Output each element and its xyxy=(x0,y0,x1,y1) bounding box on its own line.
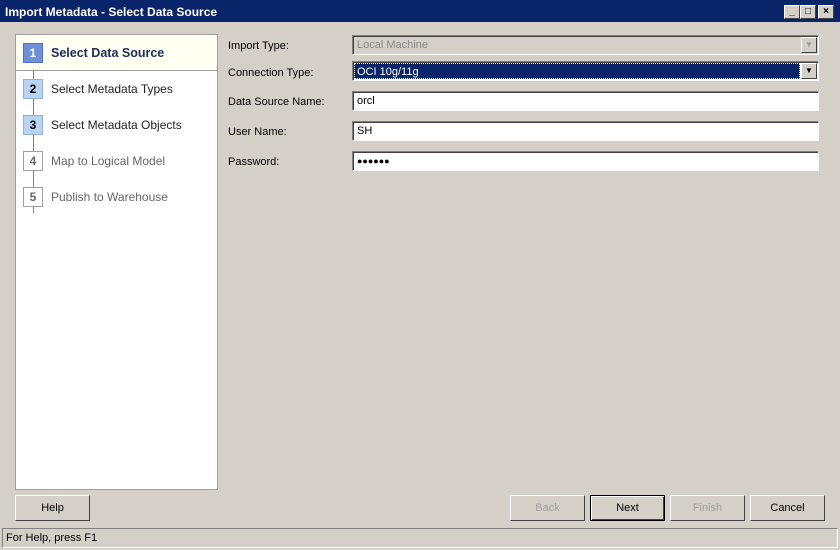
step-label: Select Metadata Objects xyxy=(51,118,182,132)
step-1[interactable]: 1 Select Data Source xyxy=(16,35,217,71)
connection-type-select[interactable]: OCI 10g/11g ▼ xyxy=(352,61,819,81)
wizard-steps-panel: 1 Select Data Source 2 Select Metadata T… xyxy=(15,34,218,490)
data-source-name-input[interactable]: orcl xyxy=(352,91,819,111)
password-label: Password: xyxy=(228,156,280,168)
chevron-down-icon: ▼ xyxy=(801,37,817,53)
step-number: 5 xyxy=(23,187,43,207)
step-label: Select Metadata Types xyxy=(51,82,173,96)
import-type-select: Local Machine ▼ xyxy=(352,35,819,55)
status-text: For Help, press F1 xyxy=(6,532,98,544)
connection-type-value: OCI 10g/11g xyxy=(354,63,800,79)
title-bar: Import Metadata - Select Data Source xyxy=(0,0,840,22)
help-button[interactable]: Help xyxy=(15,495,90,521)
import-type-value: Local Machine xyxy=(357,39,428,51)
minimize-button[interactable]: _ xyxy=(784,5,800,19)
step-number: 3 xyxy=(23,115,43,135)
step-number: 2 xyxy=(23,79,43,99)
step-4: 4 Map to Logical Model xyxy=(16,143,217,179)
next-button[interactable]: Next xyxy=(590,495,665,521)
step-label: Map to Logical Model xyxy=(51,154,166,168)
import-type-label: Import Type: xyxy=(228,40,289,52)
step-5: 5 Publish to Warehouse xyxy=(16,179,217,215)
user-name-input[interactable]: SH xyxy=(352,121,819,141)
data-source-name-label: Data Source Name: xyxy=(228,96,325,108)
cancel-button[interactable]: Cancel xyxy=(750,495,825,521)
chevron-down-icon[interactable]: ▼ xyxy=(801,63,817,79)
back-button: Back xyxy=(510,495,585,521)
step-number: 4 xyxy=(23,151,43,171)
user-name-label: User Name: xyxy=(228,126,287,138)
maximize-button[interactable]: □ xyxy=(800,5,816,19)
finish-button: Finish xyxy=(670,495,745,521)
step-label: Select Data Source xyxy=(51,46,165,60)
close-button[interactable]: × xyxy=(818,5,834,19)
window-title: Import Metadata - Select Data Source xyxy=(5,5,218,19)
step-3[interactable]: 3 Select Metadata Objects xyxy=(16,107,217,143)
connection-type-label: Connection Type: xyxy=(228,67,314,79)
password-input[interactable]: ●●●●●● xyxy=(352,151,819,171)
step-number: 1 xyxy=(23,43,43,63)
step-2[interactable]: 2 Select Metadata Types xyxy=(16,71,217,107)
status-bar: For Help, press F1 xyxy=(2,528,838,548)
step-label: Publish to Warehouse xyxy=(51,190,168,204)
